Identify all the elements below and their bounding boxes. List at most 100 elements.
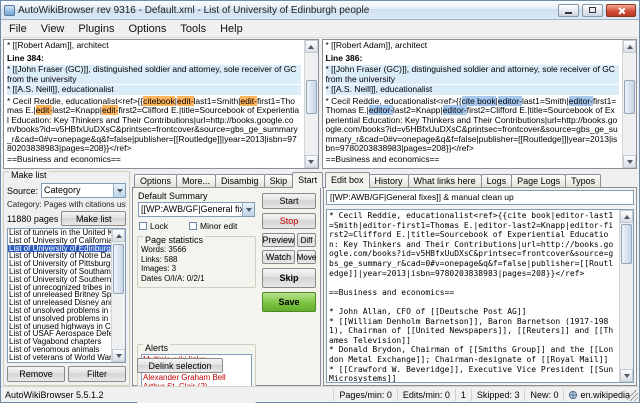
page-list-item[interactable]: List of Vagabond chapters	[8, 338, 111, 346]
mid-tab-strip: OptionsMore...DisambigSkipStart	[132, 171, 321, 187]
page-list-item[interactable]: List of University of Southern Califor	[8, 276, 111, 284]
diff-left-scrollbar[interactable]	[304, 40, 318, 168]
make-list-button[interactable]: Make list	[61, 211, 126, 226]
minor-edit-checkbox[interactable]: Minor edit	[189, 221, 237, 231]
delink-selection-button[interactable]: Delink selection	[137, 358, 223, 373]
status-item-edits-min-0: Edits/min: 0	[397, 389, 455, 401]
status-item-skipped-3: Skipped: 3	[471, 389, 525, 401]
diff-line-number: Line 386:	[326, 54, 620, 64]
tab-more[interactable]: More...	[176, 174, 216, 187]
skip-button[interactable]: Skip	[262, 268, 316, 288]
resize-grip[interactable]	[627, 390, 638, 401]
filter-button[interactable]: Filter	[68, 366, 126, 382]
menu-file[interactable]: File	[2, 21, 34, 37]
scroll-up-button[interactable]	[620, 210, 633, 223]
scroll-up-icon	[624, 215, 630, 219]
scroll-down-button[interactable]	[112, 349, 125, 362]
combo-arrow[interactable]	[113, 184, 125, 197]
menu-help[interactable]: Help	[213, 21, 250, 37]
start-button[interactable]: Start	[262, 193, 316, 209]
tab-typos[interactable]: Typos	[565, 174, 601, 187]
alert-item[interactable]: Alexander Graham Bell	[142, 373, 251, 382]
edit-panel: Edit boxHistoryWhat links hereLogsPage L…	[323, 171, 637, 386]
scroll-up-icon	[116, 234, 122, 238]
tab-start[interactable]: Start	[292, 172, 323, 188]
page-list-item[interactable]: List of unreleased Britney Spears so	[8, 291, 111, 299]
stop-button[interactable]: Stop	[262, 213, 316, 229]
source-select[interactable]: Category	[41, 183, 126, 198]
edit-scrollbar[interactable]	[619, 210, 633, 382]
diff-segment: citebook	[143, 96, 175, 106]
remove-button[interactable]: Remove	[7, 366, 65, 382]
scroll-up-button[interactable]	[112, 229, 125, 242]
scroll-down-button[interactable]	[305, 155, 318, 168]
diff-content-right: * [[Robert Adam]], architectLine 386:* […	[323, 40, 623, 168]
tab-options[interactable]: Options	[134, 174, 177, 187]
edit-textarea[interactable]: * Cecil Reddie, educationalist<ref>{{cit…	[326, 209, 634, 383]
title-bar[interactable]: AutoWikiBrowser rev 9316 - Default.xml -…	[1, 1, 639, 20]
minimize-button[interactable]	[558, 4, 579, 17]
diff-segment: editor-	[369, 105, 393, 115]
page-list-item[interactable]: List of tunnels in the United Kingdo	[8, 229, 111, 237]
tab-edit-box[interactable]: Edit box	[325, 172, 370, 188]
combo-arrow[interactable]	[242, 203, 254, 216]
diff-pane-left[interactable]: * [[Robert Adam]], architectLine 384:* […	[3, 39, 319, 169]
page-list-item[interactable]: List of unreleased Disney animated	[8, 299, 111, 307]
menu-tools[interactable]: Tools	[173, 21, 213, 37]
close-button[interactable]	[606, 4, 636, 17]
tab-logs[interactable]: Logs	[481, 174, 513, 187]
menu-view[interactable]: View	[34, 21, 72, 37]
save-button[interactable]: Save	[262, 292, 316, 312]
scroll-down-icon	[116, 354, 122, 358]
preview-button[interactable]: Preview	[262, 233, 295, 247]
stat-line: Dates O/I/A: 0/2/1	[138, 274, 255, 284]
diff-pane-right[interactable]: * [[Robert Adam]], architectLine 386:* […	[322, 39, 638, 169]
page-list-item[interactable]: List of University of California, Berkel…	[8, 237, 111, 245]
page-list-item[interactable]: List of veterans of World War I who	[8, 354, 111, 362]
minimize-icon	[565, 12, 572, 14]
maximize-button[interactable]	[582, 4, 603, 17]
diff-button[interactable]: Diff	[297, 233, 316, 247]
watch-button[interactable]: Watch	[262, 250, 295, 264]
diff-context-line: * [[John Fraser (GC)]], distinguished so…	[326, 65, 620, 84]
page-list-scrollbar[interactable]	[111, 229, 125, 362]
scroll-down-button[interactable]	[620, 369, 633, 382]
menu-bar: FileViewPluginsOptionsToolsHelp	[1, 20, 639, 38]
page-list-item[interactable]: List of unsolved problems in econom	[8, 307, 111, 315]
page-list-item[interactable]: List of University of Pittsburgh peopl	[8, 260, 111, 268]
page-list-item[interactable]: List of USAF Aerospace Defense Co	[8, 330, 111, 338]
scroll-up-button[interactable]	[305, 40, 318, 53]
diff-segment: last2=Knapp|	[52, 105, 102, 115]
page-list-item[interactable]: List of unrecognized tribes in the Uni	[8, 284, 111, 292]
scrollbar-thumb[interactable]	[306, 80, 317, 114]
page-list-item[interactable]: List of venomous animals	[8, 346, 111, 354]
tab-what-links-here[interactable]: What links here	[408, 174, 482, 187]
lock-checkbox[interactable]: Lock	[139, 221, 168, 231]
page-listbox[interactable]: List of tunnels in the United KingdoList…	[7, 228, 126, 363]
move-button[interactable]: Move	[297, 250, 316, 264]
scroll-up-button[interactable]	[623, 40, 636, 53]
tab-page-logs[interactable]: Page Logs	[511, 174, 566, 187]
tab-skip[interactable]: Skip	[264, 174, 294, 187]
page-statistics-label: Page statistics	[143, 236, 205, 245]
edit-summary-input[interactable]: [[WP:AWB/GF|General fixes]] & manual cle…	[326, 190, 634, 205]
tab-history[interactable]: History	[369, 174, 409, 187]
page-list-item[interactable]: List of unused highways in Californi	[8, 323, 111, 331]
tab-disambig[interactable]: Disambig	[215, 174, 265, 187]
page-list-item[interactable]: List of unsolved problems in mathem	[8, 315, 111, 323]
page-list-item[interactable]: List of University of Southampton pe	[8, 268, 111, 276]
scroll-down-button[interactable]	[623, 155, 636, 168]
diff-segment: edit-	[102, 105, 119, 115]
scrollbar-thumb[interactable]	[621, 224, 632, 264]
page-list-item[interactable]: List of University of Edinburgh peopl	[8, 245, 111, 253]
menu-options[interactable]: Options	[121, 21, 173, 37]
scrollbar-thumb[interactable]	[624, 80, 635, 114]
diff-right-scrollbar[interactable]	[622, 40, 636, 168]
page-list-item[interactable]: List of University of Notre Dame alu	[8, 252, 111, 260]
menu-plugins[interactable]: Plugins	[71, 21, 121, 37]
scrollbar-thumb[interactable]	[113, 244, 124, 294]
checkbox-icon	[189, 222, 197, 230]
diff-area: * [[Robert Adam]], architectLine 384:* […	[1, 38, 639, 171]
summary-select[interactable]: [[WP:AWB/GF|General fixes]] &...	[138, 202, 255, 217]
diff-segment: editor-	[569, 96, 593, 106]
